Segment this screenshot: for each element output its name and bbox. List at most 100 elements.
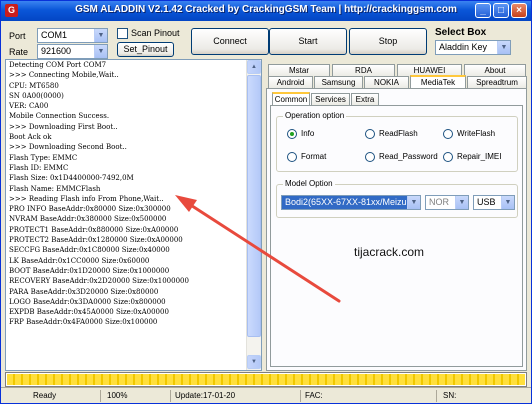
window-title: GSM ALADDIN V2.1.42 Cracked by CrackingG… (75, 4, 457, 15)
radio-info[interactable] (287, 129, 297, 139)
connection-value: USB (477, 197, 496, 207)
model-group: Model Option Bodi2(65XX-67XX-81xx/Meizu,… (276, 179, 518, 218)
log-line: >>> Connecting Mobile,Wait.. (9, 71, 119, 80)
common-subtab-panel: Operation option Info ReadFlash WriteFlash… (270, 105, 523, 367)
tab-mstar[interactable]: Mstar (268, 64, 330, 76)
log-line: SN 0A00(0000) (9, 91, 64, 100)
status-fac: FAC: (303, 390, 437, 402)
operation-group-title: Operation option (283, 111, 347, 120)
set-pinout-button[interactable]: Set_Pinout (117, 42, 174, 57)
subtab-common[interactable]: Common (272, 92, 310, 105)
log-line: LOGO BaseAddr:0x3DA0000 Size:0x800000 (9, 297, 166, 306)
port-select[interactable]: COM1 ▼ (37, 28, 108, 43)
log-line: CPU: MT6580 (9, 81, 59, 90)
connect-button[interactable]: Connect (191, 28, 269, 55)
radio-label: Format (301, 152, 327, 161)
log-line: SECCFG BaseAddr:0x1C80000 Size:0x40000 (9, 246, 170, 255)
radio-read-password[interactable] (365, 152, 375, 162)
maximize-button[interactable]: □ (493, 3, 509, 18)
tab-samsung[interactable]: Samsung (314, 76, 363, 88)
subtab-extra[interactable]: Extra (351, 93, 379, 105)
status-percent: 100% (105, 390, 171, 402)
status-sn: SN: (443, 391, 457, 400)
app-window: G GSM ALADDIN V2.1.42 Cracked by Crackin… (0, 0, 532, 404)
model-select[interactable]: Bodi2(65XX-67XX-81xx/Meizu,nc ▼ (281, 195, 421, 210)
chevron-down-icon[interactable]: ▼ (501, 196, 514, 209)
log-line: PARA BaseAddr:0x3D20000 Size:0x80000 (9, 287, 159, 296)
status-update: Update:17-01-20 (173, 390, 301, 402)
log-line: BOOT BaseAddr:0x1D20000 Size:0x1000000 (9, 266, 170, 275)
scroll-thumb[interactable] (247, 75, 261, 337)
tab-spreadtrum[interactable]: Spreadtrum (467, 76, 527, 88)
tab-android[interactable]: Android (268, 76, 313, 88)
log-line: LK BaseAddr:0x1CC0000 Size:0x60000 (9, 256, 150, 265)
chevron-down-icon[interactable]: ▼ (407, 196, 420, 209)
log-line: Detecting COM Port COM7 (9, 61, 107, 69)
select-box-select[interactable]: Aladdin Key ▼ (435, 40, 511, 55)
log-line: >>> Downloading Second Boot.. (9, 143, 127, 152)
tab-mediatek[interactable]: MediaTek (410, 75, 466, 88)
radio-writeflash[interactable] (443, 129, 453, 139)
radio-format[interactable] (287, 152, 297, 162)
log-line: Mobile Connection Success. (9, 112, 110, 121)
radio-label: Info (301, 129, 315, 138)
rate-select[interactable]: 921600 ▼ (37, 44, 108, 59)
tab-rda[interactable]: RDA (332, 64, 395, 76)
log-line: RECOVERY BaseAddr:0x2D20000 Size:0x10000… (9, 277, 189, 286)
tab-nokia[interactable]: NOKIA (364, 76, 409, 88)
chevron-down-icon[interactable]: ▼ (94, 29, 107, 42)
storage-select[interactable]: NOR ▼ (425, 195, 469, 210)
scan-pinout-label: Scan Pinout (131, 28, 180, 38)
rate-value: 921600 (41, 46, 72, 56)
chevron-down-icon[interactable]: ▼ (94, 45, 107, 58)
progress-bar (5, 372, 527, 387)
radio-readflash[interactable] (365, 129, 375, 139)
chevron-down-icon[interactable]: ▼ (455, 196, 468, 209)
connection-select[interactable]: USB ▼ (473, 195, 515, 210)
status-bar: Ready 100% Update:17-01-20 FAC: SN: (1, 387, 531, 403)
subtab-services[interactable]: Services (311, 93, 350, 105)
port-label: Port (9, 31, 26, 41)
title-bar[interactable]: G GSM ALADDIN V2.1.42 Cracked by Crackin… (1, 1, 531, 21)
radio-label: Read_Password (379, 152, 438, 161)
start-button[interactable]: Start (269, 28, 347, 55)
close-button[interactable]: × (511, 3, 527, 18)
log-line: NVRAM BaseAddr:0x380000 Size:0x500000 (9, 215, 167, 224)
log-line: VER: CA00 (9, 102, 49, 111)
watermark-text: tijacrack.com (354, 245, 425, 259)
select-box-label: Select Box (435, 27, 487, 38)
log-line: PROTECT2 BaseAddr:0x1280000 Size:0xA0000… (9, 236, 183, 245)
log-line: Flash Type: EMMC (9, 153, 78, 162)
radio-label: ReadFlash (379, 129, 418, 138)
minimize-button[interactable]: _ (475, 3, 491, 18)
log-line: Flash ID: EMMC (9, 163, 69, 172)
progress-fill (7, 374, 525, 385)
storage-value: NOR (429, 197, 449, 207)
chevron-down-icon[interactable]: ▼ (497, 41, 510, 54)
model-value: Bodi2(65XX-67XX-81xx/Meizu,nc (285, 197, 407, 207)
log-line: >>> Downloading First Boot.. (9, 122, 118, 131)
log-lines: Detecting COM Port COM7 >>> Connecting Mo… (9, 60, 246, 328)
radio-label: WriteFlash (457, 129, 496, 138)
scan-pinout-checkbox[interactable] (117, 28, 128, 39)
log-line: Flash Name: EMMCFlash (9, 184, 101, 193)
status-state: Ready (31, 390, 101, 402)
log-line: FRP BaseAddr:0x4FA0000 Size:0x100000 (9, 318, 158, 327)
radio-repair-imei[interactable] (443, 152, 453, 162)
select-box-value: Aladdin Key (439, 42, 488, 52)
tab-about[interactable]: About (464, 64, 526, 76)
log-line: PRO INFO BaseAddr:0x80000 Size:0x300000 (9, 205, 171, 214)
stop-button[interactable]: Stop (349, 28, 427, 55)
mediatek-tab-panel: Common Services Extra Operation option Inf… (266, 88, 527, 371)
log-scrollbar[interactable]: ▲ ▼ (246, 60, 261, 370)
operation-group: Operation option Info ReadFlash WriteFlash… (276, 111, 518, 172)
log-line: Boot Ack ok (9, 133, 52, 142)
log-line: >>> Reading Flash info From Phone,Wait.. (9, 194, 164, 203)
radio-label: Repair_IMEI (457, 152, 502, 161)
log-line: EXPDB BaseAddr:0x45A0000 Size:0xA00000 (9, 308, 169, 317)
log-line: Flash Size: 0x1D4400000-7492,0M (9, 174, 134, 183)
rate-label: Rate (9, 47, 29, 57)
log-panel[interactable]: Detecting COM Port COM7 >>> Connecting Mo… (5, 59, 262, 371)
scroll-down-icon[interactable]: ▼ (247, 355, 261, 369)
scroll-up-icon[interactable]: ▲ (247, 60, 261, 74)
